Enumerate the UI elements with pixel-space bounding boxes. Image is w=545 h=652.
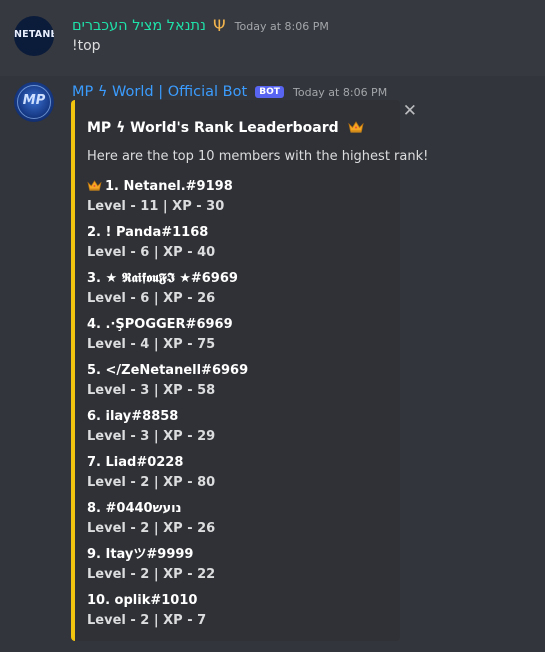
entry-name: 10. oplik#1010 [87, 591, 206, 611]
entry-name: 9. Itayツ#9999 [87, 545, 215, 565]
entry-name: 2. ! Panda#1168 [87, 223, 215, 243]
entry-name-text: 8. נועש#0440 [87, 501, 182, 516]
crown-icon [347, 121, 364, 133]
leaderboard-embed: ✕ MP ϟ World's Rank Leaderboard Here are… [71, 100, 428, 641]
entry-name: 1. Netanel.#9198 [87, 177, 233, 197]
timestamp: Today at 8:06 PM [293, 86, 388, 99]
avatar[interactable]: MP [14, 82, 54, 122]
entry-name: 5. </ZeNetanell#6969 [87, 361, 248, 381]
entry-name: 4. .·ŞPOGGER#6969 [87, 315, 233, 335]
message-user: NETANEL נתנאל מציל העכברים Ψ Today at 8:… [0, 0, 545, 76]
entry-name-text: 3. ★ 𝕽𝖆𝖎𝖋𝖔𝖚𝕱𝕴 ★#6969 [87, 271, 238, 286]
entry-name-text: 9. Itayツ#9999 [87, 547, 194, 562]
username[interactable]: MP ϟ World | Official Bot [72, 84, 247, 100]
trident-icon: Ψ [212, 16, 226, 35]
embed-title-text: MP ϟ World's Rank Leaderboard [87, 120, 339, 136]
bot-badge: BOT [255, 86, 284, 98]
message-content: !top [72, 38, 101, 54]
entry-stats: Level - 6 | XP - 26 [87, 291, 216, 306]
crown-icon [87, 180, 102, 191]
entry-name: 8. נועש#0440 [87, 499, 215, 519]
entry-name-text: 7. Liad#0228 [87, 455, 184, 470]
leaderboard-entry: 6. ilay#8858 Level - 3 | XP - 29 [87, 407, 215, 447]
entry-name-text: 5. </ZeNetanell#6969 [87, 363, 249, 378]
message-bot: MP MP ϟ World | Official Bot BOT Today a… [0, 76, 545, 652]
entry-name-text: 2. ! Panda#1168 [87, 225, 209, 240]
entry-name: 3. ★ 𝕽𝖆𝖎𝖋𝖔𝖚𝕱𝕴 ★#6969 [87, 269, 238, 289]
avatar-label: NETANEL [14, 29, 54, 40]
message-header: MP ϟ World | Official Bot BOT Today at 8… [72, 81, 387, 101]
entry-name: 6. ilay#8858 [87, 407, 215, 427]
entry-stats: Level - 2 | XP - 7 [87, 613, 207, 628]
leaderboard-entry: 4. .·ŞPOGGER#6969 Level - 4 | XP - 75 [87, 315, 233, 355]
leaderboard-entry: 8. נועש#0440 Level - 2 | XP - 26 [87, 499, 215, 539]
entry-name-text: 1. Netanel.#9198 [105, 179, 233, 194]
avatar-label: MP [22, 93, 46, 108]
entry-stats: Level - 3 | XP - 29 [87, 429, 216, 444]
username[interactable]: נתנאל מציל העכברים [72, 18, 206, 34]
leaderboard-entry: 2. ! Panda#1168 Level - 6 | XP - 40 [87, 223, 215, 263]
embed-title: MP ϟ World's Rank Leaderboard [87, 120, 364, 136]
leaderboard-entry: 7. Liad#0228 Level - 2 | XP - 80 [87, 453, 215, 493]
entry-stats: Level - 2 | XP - 22 [87, 567, 216, 582]
entry-stats: Level - 4 | XP - 75 [87, 337, 216, 352]
timestamp: Today at 8:06 PM [234, 20, 329, 33]
leaderboard-entry: 9. Itayツ#9999 Level - 2 | XP - 22 [87, 545, 215, 585]
leaderboard-entry: 3. ★ 𝕽𝖆𝖎𝖋𝖔𝖚𝕱𝕴 ★#6969 Level - 6 | XP - 26 [87, 269, 238, 309]
entry-name-text: 6. ilay#8858 [87, 409, 179, 424]
leaderboard-entry: 1. Netanel.#9198 Level - 11 | XP - 30 [87, 177, 233, 217]
entry-stats: Level - 6 | XP - 40 [87, 245, 216, 260]
entry-name-text: 4. .·ŞPOGGER#6969 [87, 317, 233, 332]
leaderboard-entry: 10. oplik#1010 Level - 2 | XP - 7 [87, 591, 206, 631]
avatar[interactable]: NETANEL [14, 16, 54, 56]
entry-name: 7. Liad#0228 [87, 453, 215, 473]
embed-description: Here are the top 10 members with the hig… [87, 149, 429, 164]
entry-stats: Level - 3 | XP - 58 [87, 383, 216, 398]
leaderboard-entry: 5. </ZeNetanell#6969 Level - 3 | XP - 58 [87, 361, 248, 401]
entry-stats: Level - 2 | XP - 80 [87, 475, 216, 490]
entry-stats: Level - 2 | XP - 26 [87, 521, 216, 536]
close-icon[interactable]: ✕ [403, 101, 417, 121]
entry-name-text: 10. oplik#1010 [87, 593, 198, 608]
entry-stats: Level - 11 | XP - 30 [87, 199, 225, 214]
message-header: נתנאל מציל העכברים Ψ Today at 8:06 PM [72, 15, 329, 35]
